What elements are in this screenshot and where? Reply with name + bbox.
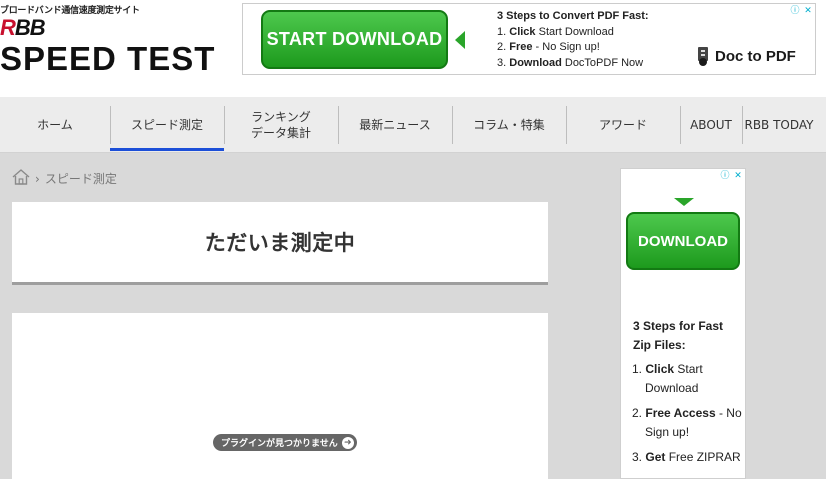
- nav-item-news[interactable]: 最新ニュース: [338, 97, 452, 153]
- nav-item-award[interactable]: アワード: [566, 97, 680, 153]
- ad-step: 3. Download DocToPDF Now: [497, 56, 644, 69]
- doc-to-pdf-icon: [695, 46, 711, 66]
- home-icon[interactable]: [12, 169, 30, 188]
- arrow-down-icon: [674, 198, 694, 206]
- arrow-right-icon: ➜: [341, 436, 354, 449]
- page-title: ただいま測定中: [204, 231, 356, 255]
- nav-item-about[interactable]: ABOUT: [680, 97, 742, 153]
- ad-close-icon[interactable]: ✕: [732, 170, 744, 182]
- ad-steps: 3 Steps to Convert PDF Fast: 1. Click St…: [497, 9, 649, 71]
- side-ad-steps: 1. Click Start Download 2. Free Access -…: [632, 360, 744, 473]
- speed-test-logo[interactable]: SPEED TEST: [0, 42, 215, 75]
- ad-badges: ⓘ ✕: [719, 170, 744, 182]
- nav-item-home[interactable]: ホーム: [0, 97, 110, 153]
- nav-item-column[interactable]: コラム・特集: [452, 97, 566, 153]
- ad-info-icon[interactable]: ⓘ: [789, 5, 801, 17]
- doc-to-pdf-brand[interactable]: Doc to PDF: [695, 46, 796, 66]
- arrow-left-icon: [455, 31, 465, 49]
- ad-step: 1. Click Start Download: [497, 25, 614, 38]
- ad-steps-title: 3 Steps to Convert PDF Fast:: [497, 10, 649, 22]
- top-banner-ad[interactable]: START DOWNLOAD 3 Steps to Convert PDF Fa…: [242, 3, 816, 75]
- side-ad-step: 3. Get Free ZIPRAR: [632, 450, 741, 464]
- nav-active-indicator: [110, 148, 224, 151]
- breadcrumb-current: スピード測定: [44, 172, 117, 186]
- side-ad-step: 1. Click Start Download: [632, 362, 703, 395]
- status-card: ただいま測定中: [12, 202, 548, 285]
- side-ad-step: 2. Free Access - No Sign up!: [632, 406, 742, 439]
- main-nav: ホーム スピード測定 ランキング データ集計 最新ニュース コラム・特集 アワー…: [0, 97, 826, 153]
- nav-item-ranking[interactable]: ランキング データ集計: [224, 97, 338, 153]
- breadcrumb-separator: ›: [35, 171, 40, 186]
- rbb-logo[interactable]: RBB: [0, 17, 46, 39]
- speed-test-plugin-area: プラグインが見つかりません ➜: [12, 313, 548, 479]
- ad-close-icon[interactable]: ✕: [802, 5, 814, 17]
- nav-item-speed-test[interactable]: スピード測定: [110, 97, 224, 153]
- side-banner-ad[interactable]: ⓘ ✕ DOWNLOAD 3 Steps for Fast Zip Files:…: [620, 168, 746, 479]
- nav-item-rbb-today[interactable]: RBB TODAY: [742, 97, 816, 153]
- ad-info-icon[interactable]: ⓘ: [719, 170, 731, 182]
- start-download-button[interactable]: START DOWNLOAD: [261, 10, 448, 69]
- download-button[interactable]: DOWNLOAD: [626, 212, 740, 270]
- plugin-missing-button[interactable]: プラグインが見つかりません ➜: [213, 434, 357, 451]
- site-header: ブロードバンド通信速度測定サイト RBB SPEED TEST START DO…: [0, 0, 826, 97]
- ad-step: 2. Free - No Sign up!: [497, 41, 600, 53]
- side-ad-heading: 3 Steps for Fast Zip Files:: [633, 319, 724, 352]
- breadcrumb: › スピード測定: [12, 169, 117, 188]
- ad-badges: ⓘ ✕: [789, 5, 814, 17]
